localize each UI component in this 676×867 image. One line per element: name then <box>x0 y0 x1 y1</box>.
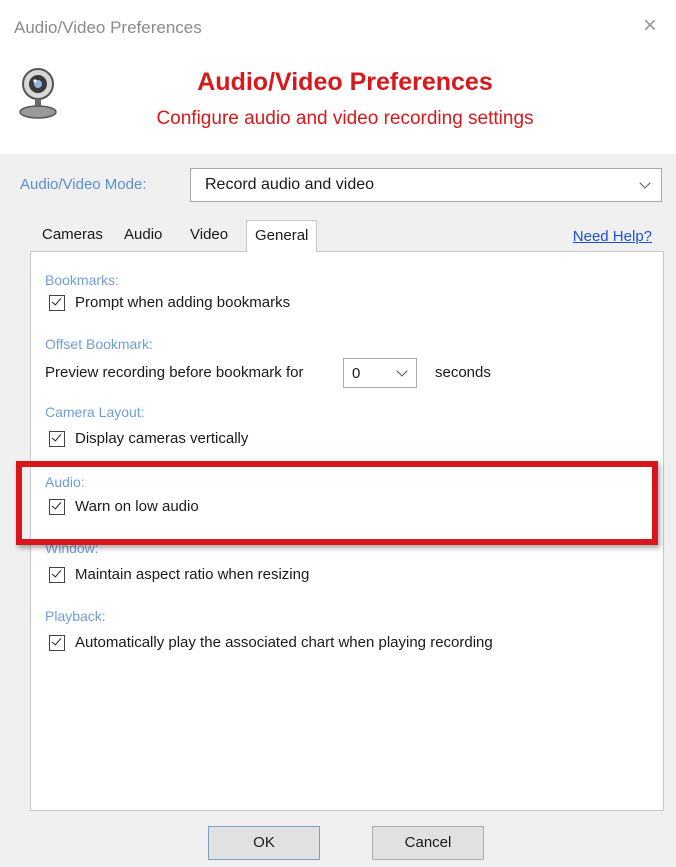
tab-general[interactable]: General <box>246 220 318 252</box>
offset-seconds-select[interactable]: 0 <box>343 358 417 388</box>
chevron-down-icon <box>396 365 408 377</box>
offset-prefix-text: Preview recording before bookmark for <box>45 364 304 381</box>
aspect-ratio-label: Maintain aspect ratio when resizing <box>75 566 310 583</box>
offset-suffix-text: seconds <box>435 364 491 381</box>
tab-cameras[interactable]: Cameras <box>42 226 103 250</box>
offset-bookmark-row: Preview recording before bookmark for 0 … <box>45 358 645 388</box>
tab-video[interactable]: Video <box>190 226 228 250</box>
autoplay-chart-checkbox[interactable] <box>49 635 65 651</box>
audio-label: Audio: <box>45 474 85 490</box>
preferences-dialog: Audio/Video Preferences × Audio/Video Pr… <box>0 0 676 867</box>
ok-button[interactable]: OK <box>208 826 320 860</box>
aspect-ratio-checkbox[interactable] <box>49 567 65 583</box>
dialog-header: Audio/Video Preferences Configure audio … <box>0 58 676 154</box>
tab-audio[interactable]: Audio <box>124 226 162 250</box>
chevron-down-icon <box>639 177 651 189</box>
offset-bookmark-label: Offset Bookmark: <box>45 336 153 352</box>
mode-select-value: Record audio and video <box>205 176 375 193</box>
camera-layout-label: Camera Layout: <box>45 404 145 420</box>
title-bar: Audio/Video Preferences × <box>0 0 676 58</box>
need-help-link[interactable]: Need Help? <box>573 228 652 245</box>
mode-label: Audio/Video Mode: <box>20 176 147 193</box>
autoplay-chart-label: Automatically play the associated chart … <box>75 634 493 651</box>
prompt-bookmarks-checkbox[interactable] <box>49 295 65 311</box>
bookmarks-label: Bookmarks: <box>45 272 119 288</box>
offset-seconds-value: 0 <box>352 365 361 382</box>
header-subtitle: Configure audio and video recording sett… <box>156 108 534 129</box>
warn-low-audio-checkbox[interactable] <box>49 499 65 515</box>
general-tab-panel: Bookmarks: Prompt when adding bookmarks … <box>30 251 664 811</box>
window-label: Window: <box>45 540 99 556</box>
display-vertical-label: Display cameras vertically <box>75 430 249 447</box>
header-title: Audio/Video Preferences <box>197 68 493 96</box>
window-title: Audio/Video Preferences <box>14 18 202 37</box>
warn-low-audio-label: Warn on low audio <box>75 498 199 515</box>
display-vertical-checkbox[interactable] <box>49 431 65 447</box>
cancel-button[interactable]: Cancel <box>372 826 484 860</box>
playback-label: Playback: <box>45 608 106 624</box>
close-icon[interactable]: × <box>638 14 662 38</box>
prompt-bookmarks-label: Prompt when adding bookmarks <box>75 294 291 311</box>
mode-select[interactable]: Record audio and video <box>190 168 662 202</box>
